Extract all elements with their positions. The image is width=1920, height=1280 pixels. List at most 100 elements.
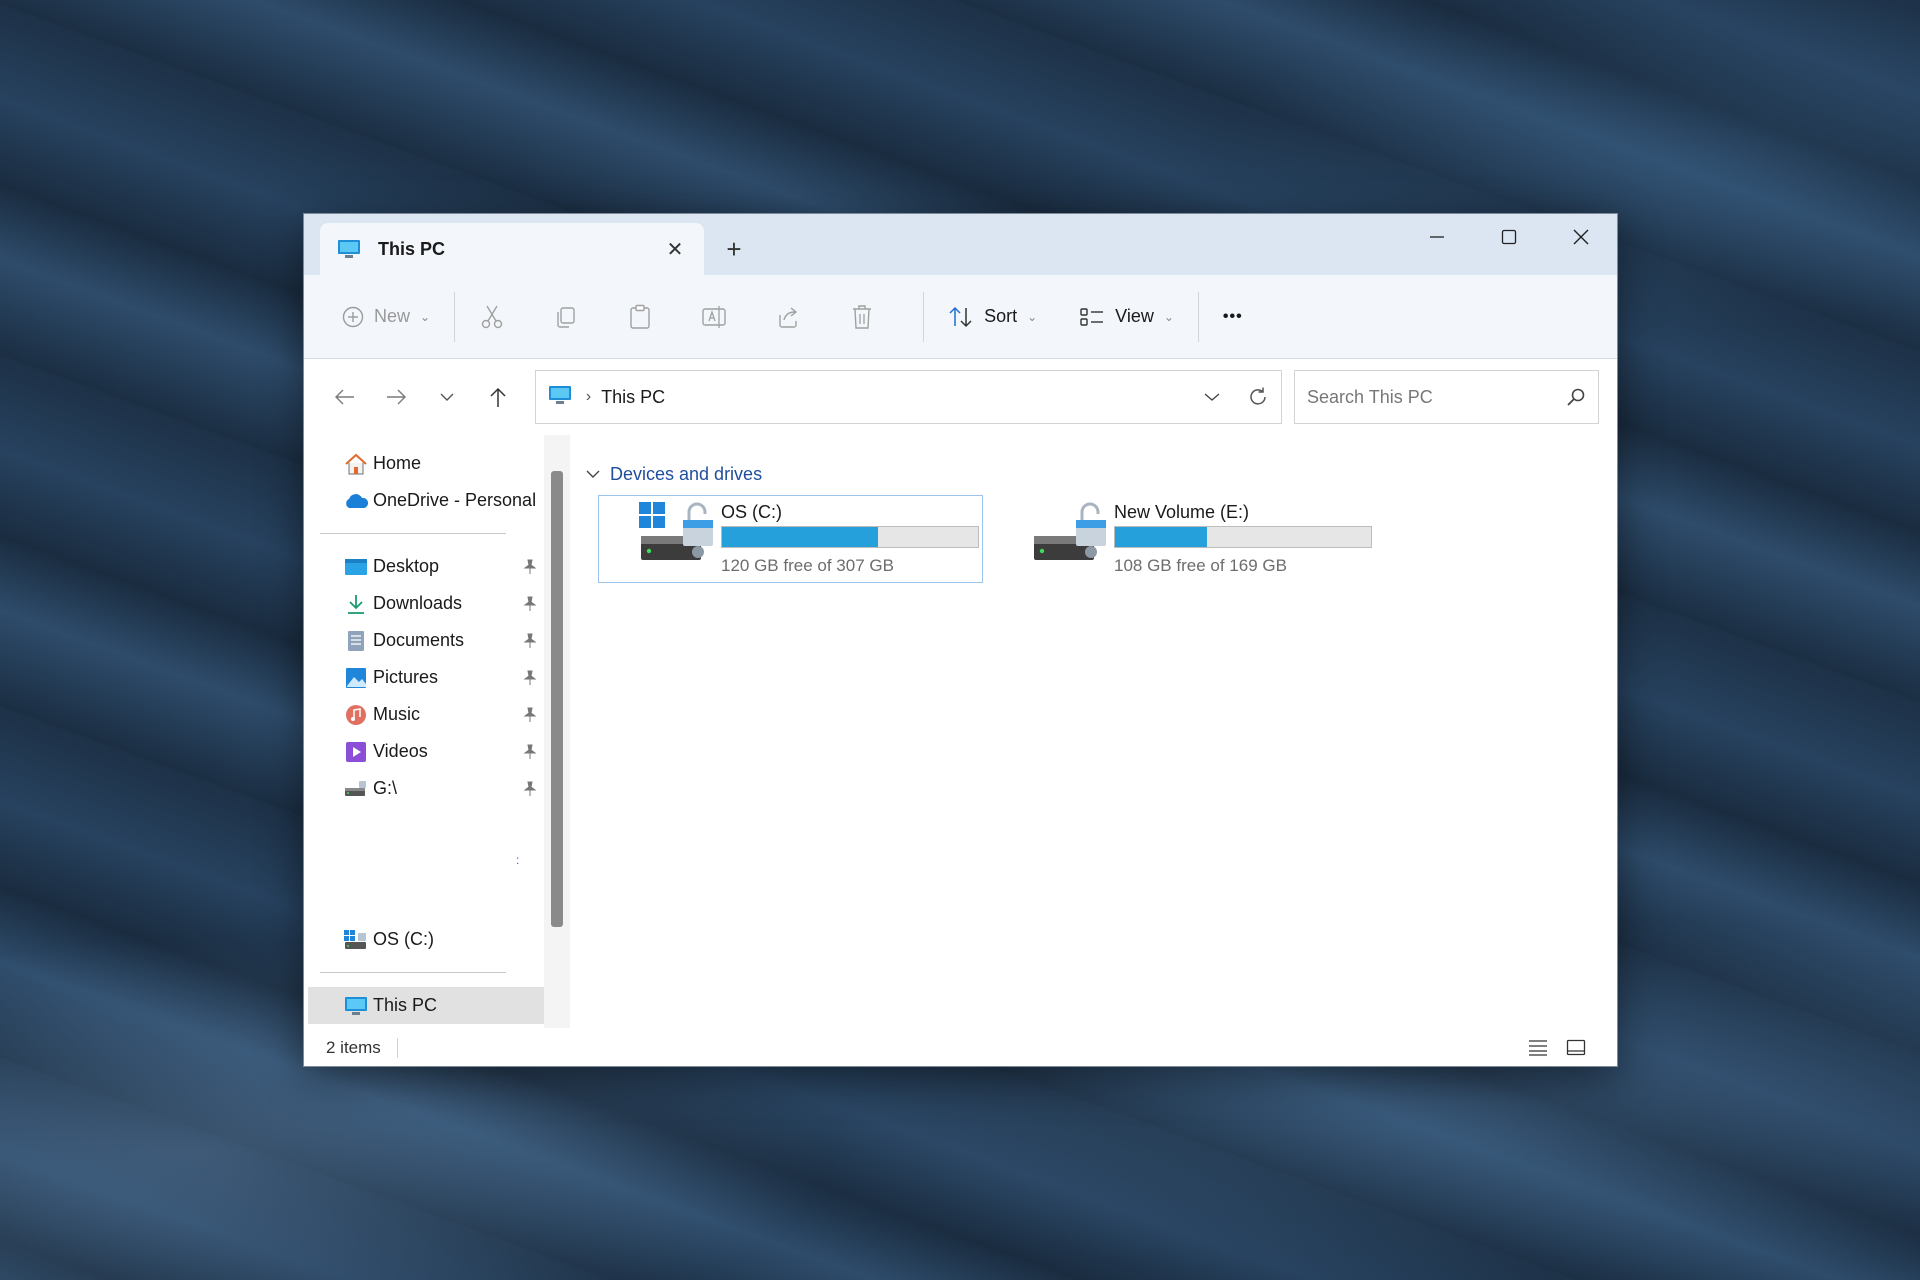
content-area: Home OneDrive - Personal Desktop Downloa…: [304, 435, 1617, 1028]
group-header-devices[interactable]: Devices and drives: [586, 459, 1601, 489]
chevron-down-icon: [440, 393, 454, 401]
share-button[interactable]: [763, 295, 813, 339]
drive-name: OS (C:): [721, 502, 782, 522]
sort-label: Sort: [984, 306, 1018, 326]
computer-icon: [548, 385, 572, 410]
drive-tile-e[interactable]: New Volume (E:) 108 GB free of 169 GB: [991, 495, 1376, 583]
sort-icon: [949, 306, 972, 327]
details-view-icon: [1529, 1039, 1547, 1056]
status-bar: 2 items: [304, 1028, 1617, 1066]
group-title: Devices and drives: [610, 463, 763, 484]
drive-usage-bar: [1114, 526, 1372, 548]
drive-icon: [343, 777, 369, 801]
tab-this-pc[interactable]: This PC ✕: [320, 223, 704, 275]
scrollbar-thumb[interactable]: [551, 471, 563, 927]
pin-icon[interactable]: [516, 585, 544, 622]
sidebar-item-home[interactable]: Home: [304, 445, 544, 482]
rename-button[interactable]: [689, 295, 739, 339]
sidebar-scrollbar[interactable]: [544, 435, 570, 1028]
sidebar-divider: [320, 972, 506, 973]
sidebar-item-g-drive[interactable]: G:\: [304, 770, 544, 807]
new-button[interactable]: New ⌄: [330, 295, 442, 339]
new-tab-button[interactable]: +: [704, 223, 764, 275]
title-bar: This PC ✕ +: [304, 214, 1617, 275]
copy-button[interactable]: [541, 295, 591, 339]
file-explorer-window: This PC ✕ + New ⌄ Sort ⌄ View ⌄ ••• › Th…: [303, 213, 1618, 1067]
videos-folder-icon: [343, 740, 369, 764]
search-icon[interactable]: [1566, 387, 1586, 407]
minimize-button[interactable]: [1401, 214, 1473, 260]
view-button[interactable]: View ⌄: [1067, 295, 1186, 339]
more-options-button[interactable]: •••: [1211, 295, 1255, 339]
sidebar-item-documents[interactable]: Documents: [304, 622, 544, 659]
sidebar-item-label: Documents: [373, 630, 465, 650]
chevron-down-icon: ⌄: [1163, 309, 1174, 324]
pin-icon[interactable]: [516, 733, 544, 770]
new-label: New: [374, 306, 411, 326]
view-switcher: [1519, 1033, 1595, 1063]
pin-icon[interactable]: [516, 622, 544, 659]
arrow-left-icon: [334, 389, 354, 405]
desktop-folder-icon: [343, 555, 369, 579]
drive-free-space: 108 GB free of 169 GB: [1114, 556, 1287, 575]
back-button[interactable]: [322, 374, 367, 420]
paste-button[interactable]: [615, 295, 665, 339]
pictures-folder-icon: [343, 666, 369, 690]
forward-button[interactable]: [373, 374, 418, 420]
sort-button[interactable]: Sort ⌄: [936, 295, 1049, 339]
os-drive-lock-icon: [639, 502, 713, 560]
drive-usage-fill: [1115, 527, 1208, 547]
sidebar-item-pictures[interactable]: Pictures: [304, 659, 544, 696]
sidebar-item-label: Desktop: [373, 556, 440, 576]
address-bar[interactable]: › This PC: [534, 370, 1282, 424]
search-input[interactable]: [1306, 386, 1567, 408]
drive-tile-c[interactable]: OS (C:) 120 GB free of 307 GB: [598, 495, 983, 583]
recent-locations-button[interactable]: [424, 374, 469, 420]
close-icon: [1573, 229, 1589, 245]
item-count: 2 items: [326, 1037, 381, 1057]
minimize-icon: [1430, 236, 1444, 238]
sidebar-item-label: Home: [373, 453, 422, 473]
drive-usage-bar: [721, 526, 979, 548]
pin-icon[interactable]: [516, 770, 544, 807]
home-icon: [343, 452, 369, 476]
cut-button[interactable]: [467, 295, 517, 339]
up-button[interactable]: [476, 374, 521, 420]
tiles-view-button[interactable]: [1557, 1033, 1595, 1063]
close-tab-icon[interactable]: ✕: [662, 237, 688, 262]
arrow-up-icon: [490, 387, 506, 407]
pin-icon[interactable]: [516, 548, 544, 585]
maximize-button[interactable]: [1473, 214, 1545, 260]
pin-icon[interactable]: [516, 696, 544, 733]
tab-title: This PC: [378, 238, 446, 259]
sidebar-item-onedrive[interactable]: OneDrive - Personal: [304, 482, 544, 519]
details-view-button[interactable]: [1519, 1033, 1557, 1063]
pin-icon[interactable]: [516, 659, 544, 696]
drive-info: OS (C:) 120 GB free of 307 GB: [721, 502, 981, 576]
sidebar-divider: [320, 533, 506, 534]
sidebar-item-this-pc[interactable]: This PC: [308, 987, 544, 1024]
sidebar-item-videos[interactable]: Videos: [304, 733, 544, 770]
delete-button[interactable]: [837, 295, 887, 339]
music-folder-icon: [343, 703, 369, 727]
sidebar-item-desktop[interactable]: Desktop: [304, 548, 544, 585]
drive-name: New Volume (E:): [1114, 502, 1250, 522]
sidebar-item-label: Videos: [373, 741, 428, 761]
navigation-pane: Home OneDrive - Personal Desktop Downloa…: [304, 435, 544, 1028]
drive-usage-fill: [722, 527, 879, 547]
sidebar-item-music[interactable]: Music: [304, 696, 544, 733]
scissors-icon: [481, 305, 503, 328]
refresh-button[interactable]: [1247, 386, 1269, 408]
sidebar-item-label: Music: [373, 704, 421, 724]
address-history-dropdown[interactable]: [1203, 392, 1221, 402]
close-window-button[interactable]: [1545, 214, 1617, 260]
downloads-folder-icon: [343, 592, 369, 616]
drive-info: New Volume (E:) 108 GB free of 169 GB: [1114, 502, 1374, 576]
sidebar-item-os-drive[interactable]: OS (C:): [304, 921, 544, 958]
sidebar-item-downloads[interactable]: Downloads: [304, 585, 544, 622]
breadcrumb-this-pc[interactable]: This PC: [601, 387, 665, 408]
search-box[interactable]: [1293, 370, 1600, 424]
toolbar-divider: [1197, 291, 1199, 342]
chevron-down-icon: ⌄: [420, 309, 431, 324]
